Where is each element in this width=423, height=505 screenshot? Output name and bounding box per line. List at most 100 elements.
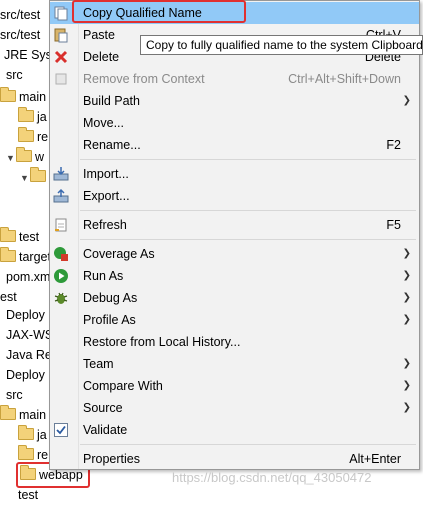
paste-icon bbox=[54, 28, 68, 43]
tree-row-label: test bbox=[18, 488, 39, 502]
delete-icon bbox=[54, 50, 68, 64]
watermark-text: https://blog.csdn.net/qq_43050472 bbox=[172, 470, 372, 485]
tree-row[interactable]: JAX-WS bbox=[6, 325, 53, 345]
menu-item-label: Remove from Context bbox=[83, 72, 205, 86]
menu-item-remove-from-context[interactable]: Remove from Context Ctrl+Alt+Shift+Down bbox=[50, 68, 419, 90]
submenu-arrow-icon: ❯ bbox=[402, 314, 411, 325]
menu-item-label: Refresh bbox=[83, 218, 127, 232]
menu-item-profile-as[interactable]: Profile As ❯ bbox=[50, 309, 419, 331]
folder-icon bbox=[18, 107, 34, 122]
tree-row[interactable]: pom.xm bbox=[6, 267, 50, 287]
menu-item-shortcut: Ctrl+Alt+Shift+Down bbox=[288, 72, 401, 86]
menu-item-validate[interactable]: Validate bbox=[50, 419, 419, 441]
submenu-arrow-icon: ❯ bbox=[402, 292, 411, 303]
menu-item-rename[interactable]: Rename... F2 bbox=[50, 134, 419, 156]
debug-bug-icon bbox=[54, 292, 68, 304]
folder-icon bbox=[18, 425, 34, 440]
expand-arrow-icon[interactable]: ▼ bbox=[6, 148, 16, 168]
tree-row[interactable]: main bbox=[0, 405, 46, 425]
tree-row-label: Deploy bbox=[6, 368, 45, 382]
tree-row[interactable]: JRE Sys bbox=[4, 45, 52, 65]
menu-item-label: Move... bbox=[83, 116, 124, 130]
folder-icon bbox=[18, 127, 34, 142]
menu-item-label: Validate bbox=[83, 423, 128, 437]
menu-separator bbox=[80, 159, 416, 160]
folder-icon bbox=[0, 247, 16, 262]
menu-item-build-path[interactable]: Build Path ❯ bbox=[50, 90, 419, 112]
tree-row-label: test bbox=[19, 230, 40, 244]
tree-row-label: est bbox=[0, 290, 17, 304]
menu-item-label: Export... bbox=[83, 189, 130, 203]
menu-item-label: Profile As bbox=[83, 313, 136, 327]
menu-item-import[interactable]: Import... bbox=[50, 163, 419, 185]
tree-row[interactable]: Deploy bbox=[6, 305, 45, 325]
menu-item-shortcut: Alt+Enter bbox=[349, 452, 401, 466]
tree-row[interactable]: est bbox=[0, 287, 17, 307]
tree-row[interactable]: src/test bbox=[0, 25, 40, 45]
menu-item-move[interactable]: Move... bbox=[50, 112, 419, 134]
coverage-icon bbox=[54, 247, 68, 261]
menu-item-restore-local-history[interactable]: Restore from Local History... bbox=[50, 331, 419, 353]
submenu-arrow-icon: ❯ bbox=[402, 402, 411, 413]
tree-row-label: Deploy bbox=[6, 308, 45, 322]
tree-row-label: src bbox=[6, 68, 23, 82]
tree-row[interactable]: target bbox=[0, 247, 51, 267]
tree-row-label: main bbox=[19, 408, 47, 422]
tree-row-label: target bbox=[19, 250, 51, 264]
tree-row[interactable]: Deploy bbox=[6, 365, 45, 385]
menu-item-label: Restore from Local History... bbox=[83, 335, 241, 349]
menu-item-run-as[interactable]: Run As ❯ bbox=[50, 265, 419, 287]
folder-icon bbox=[16, 147, 32, 162]
tree-row-label: src bbox=[6, 388, 23, 402]
tree-row[interactable]: re bbox=[18, 127, 48, 147]
tree-row[interactable]: ja bbox=[18, 425, 47, 445]
folder-icon bbox=[18, 445, 34, 460]
menu-item-label: Coverage As bbox=[83, 247, 155, 261]
tree-row-label: JAX-WS bbox=[6, 328, 54, 342]
tree-row[interactable]: src bbox=[6, 385, 23, 405]
tree-row-label: src/test bbox=[0, 28, 41, 42]
tree-row-label: ja bbox=[37, 428, 47, 442]
menu-item-coverage-as[interactable]: Coverage As ❯ bbox=[50, 243, 419, 265]
menu-item-export[interactable]: Export... bbox=[50, 185, 419, 207]
tree-row[interactable]: main bbox=[0, 87, 46, 107]
menu-item-label: Paste bbox=[83, 28, 115, 42]
menu-item-shortcut: F2 bbox=[386, 138, 401, 152]
menu-item-compare-with[interactable]: Compare With ❯ bbox=[50, 375, 419, 397]
expand-arrow-icon[interactable]: ▼ bbox=[20, 168, 30, 188]
run-icon bbox=[54, 269, 68, 283]
tree-row[interactable]: test bbox=[0, 227, 39, 247]
tree-row-label: w bbox=[35, 150, 45, 164]
tree-row[interactable]: test bbox=[18, 485, 38, 505]
tree-row-label: src/test bbox=[0, 8, 41, 22]
tree-row-label: re bbox=[37, 448, 49, 462]
menu-item-label: Debug As bbox=[83, 291, 138, 305]
menu-item-debug-as[interactable]: Debug As ❯ bbox=[50, 287, 419, 309]
menu-separator bbox=[80, 239, 416, 240]
menu-item-properties[interactable]: Properties Alt+Enter bbox=[50, 448, 419, 470]
tree-row-label: ja bbox=[37, 110, 47, 124]
remove-context-icon bbox=[55, 73, 67, 85]
context-menu: Copy Qualified Name Paste Ctrl+V Delete … bbox=[49, 0, 420, 470]
menu-item-team[interactable]: Team ❯ bbox=[50, 353, 419, 375]
menu-item-label: Build Path bbox=[83, 94, 140, 108]
tree-row[interactable]: ja bbox=[18, 107, 47, 127]
refresh-icon bbox=[55, 218, 67, 232]
tree-row[interactable]: ▼ w bbox=[6, 147, 44, 167]
menu-item-label: Import... bbox=[83, 167, 129, 181]
menu-item-refresh[interactable]: Refresh F5 bbox=[50, 214, 419, 236]
tree-row-label: JRE Sys bbox=[4, 48, 52, 62]
tree-row[interactable]: Java Re bbox=[6, 345, 52, 365]
tree-row[interactable]: src bbox=[6, 65, 23, 85]
folder-icon bbox=[0, 405, 16, 420]
tree-row[interactable]: ▼ bbox=[20, 167, 49, 187]
tree-row-label: Java Re bbox=[6, 348, 52, 362]
tree-row-label: pom.xm bbox=[6, 270, 51, 284]
import-icon bbox=[53, 167, 69, 181]
menu-item-label: Compare With bbox=[83, 379, 163, 393]
tree-row-label: re bbox=[37, 130, 49, 144]
menu-item-label: Run As bbox=[83, 269, 124, 283]
menu-item-source[interactable]: Source ❯ bbox=[50, 397, 419, 419]
tree-row[interactable]: src/test bbox=[0, 5, 40, 25]
tree-row-label: main bbox=[19, 90, 47, 104]
